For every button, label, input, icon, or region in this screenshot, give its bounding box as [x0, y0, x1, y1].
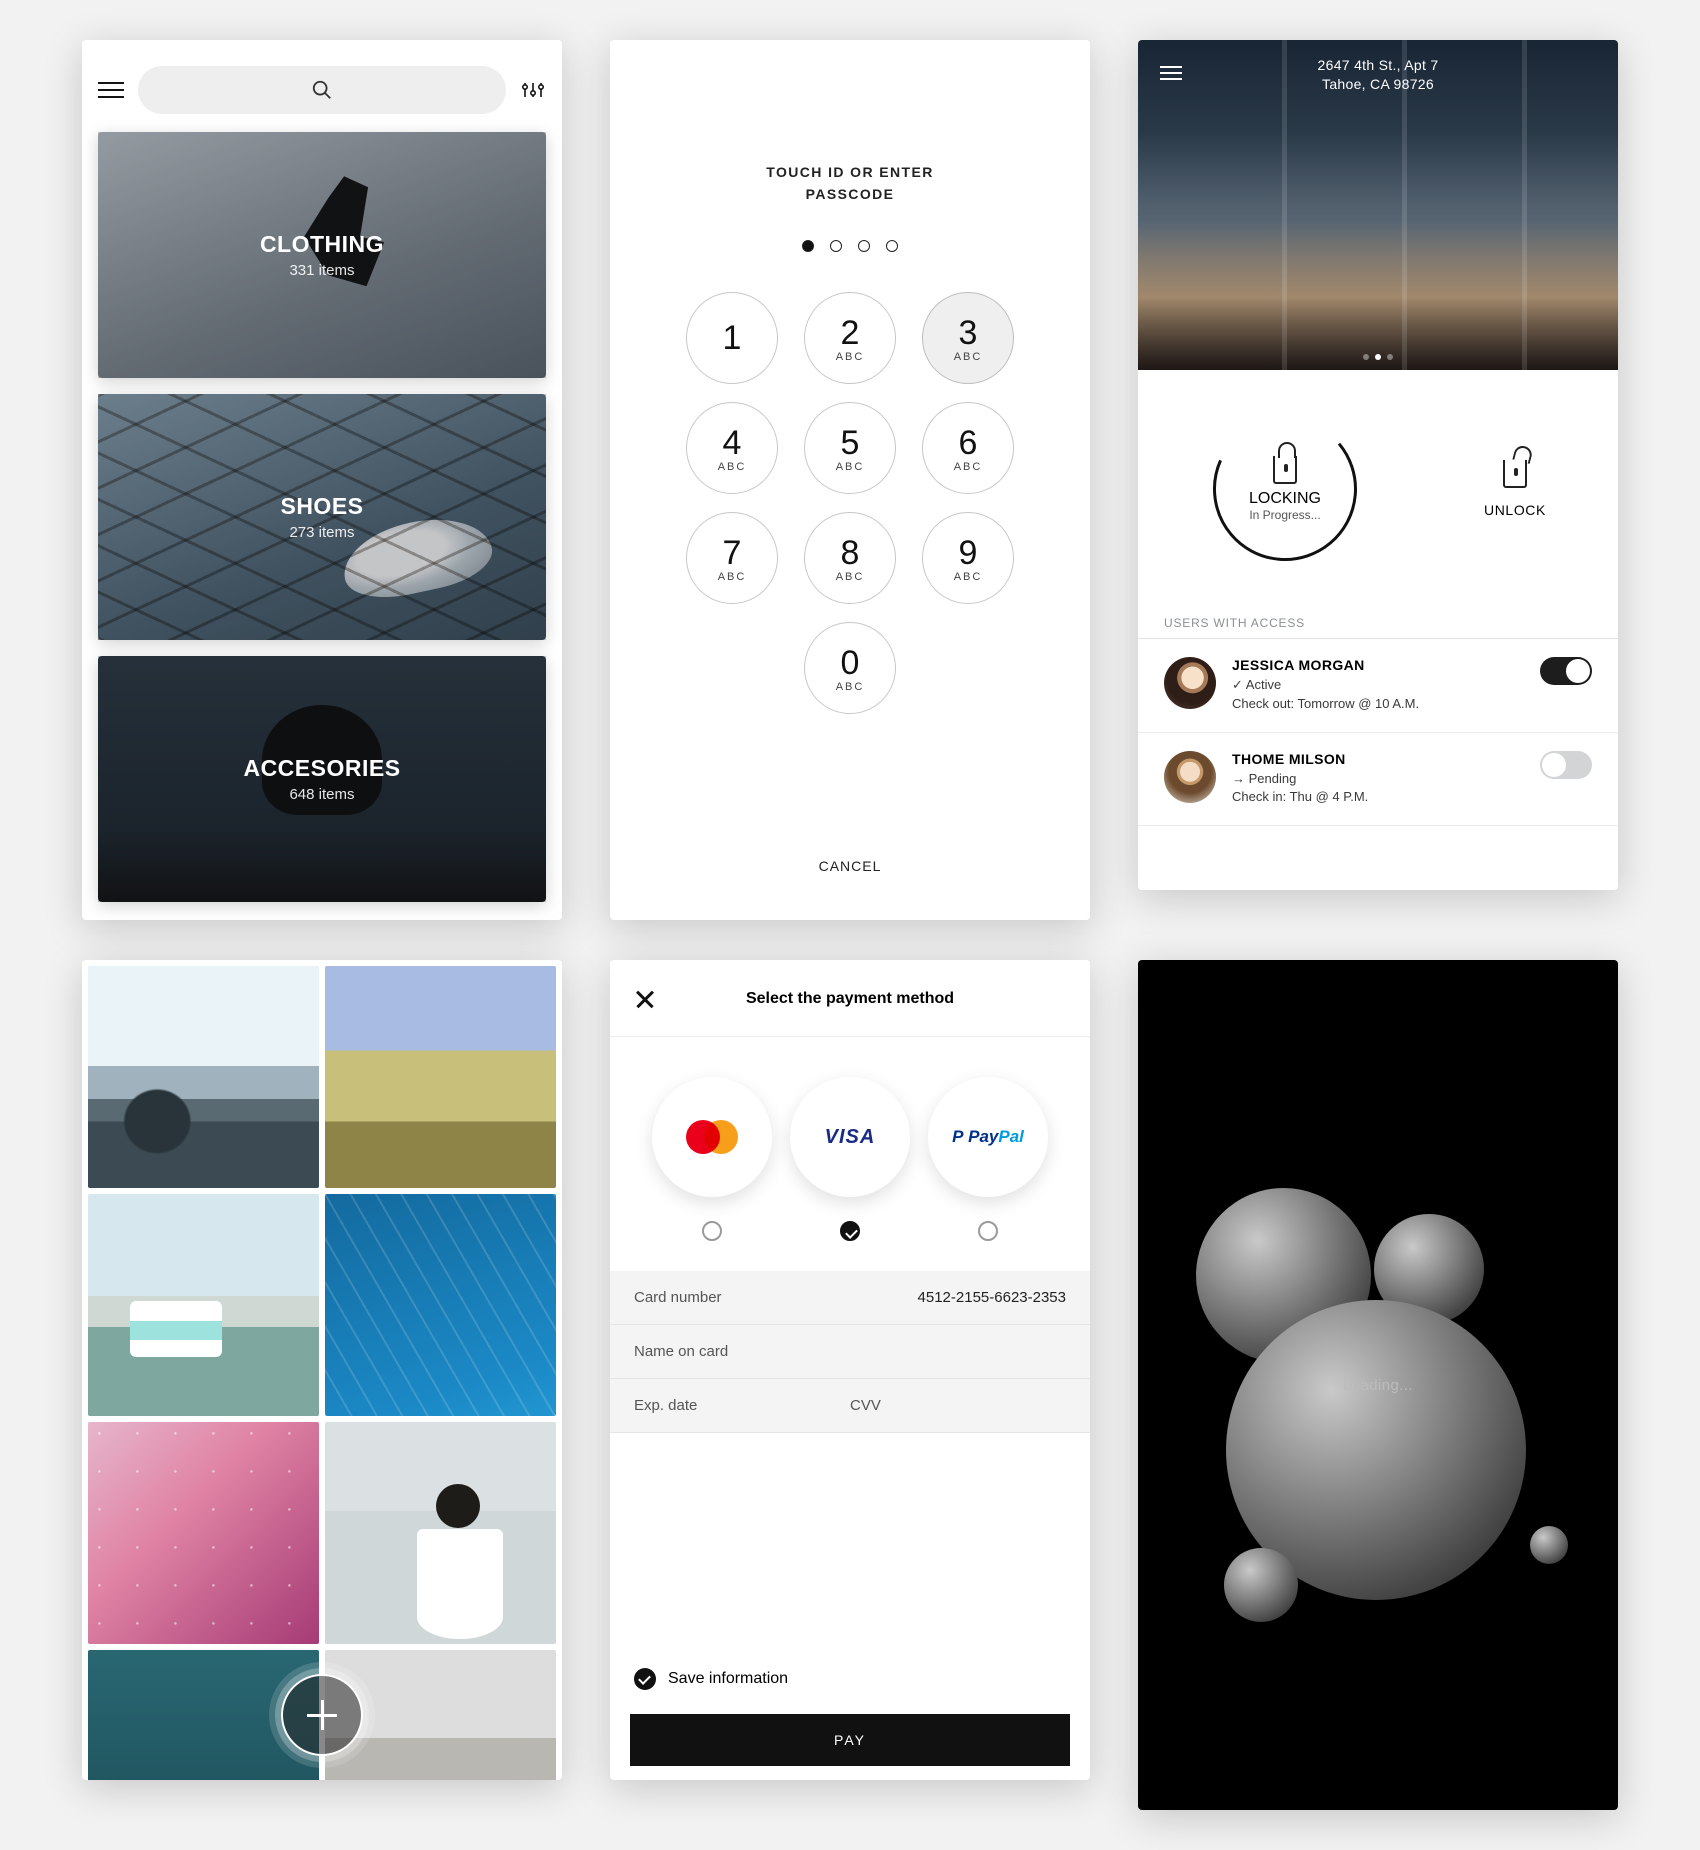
search-input[interactable] — [138, 66, 506, 114]
screen-shop-categories: CLOTHING 331 items SHOES 273 items ACCES… — [82, 40, 562, 920]
paypal-icon: P PayPal — [952, 1127, 1024, 1147]
menu-icon[interactable] — [98, 82, 124, 98]
category-clothing[interactable]: CLOTHING 331 items — [98, 132, 546, 378]
key-3[interactable]: 3ABC — [922, 292, 1014, 384]
user-row: JESSICA MORGAN ✓ Active Check out: Tomor… — [1138, 639, 1618, 733]
screen-passcode: TOUCH ID OR ENTER PASSCODE 1 2ABC 3ABC 4… — [610, 40, 1090, 920]
user-name: JESSICA MORGAN — [1232, 657, 1524, 673]
key-0[interactable]: 0ABC — [804, 622, 896, 714]
key-5[interactable]: 5ABC — [804, 402, 896, 494]
save-info-toggle[interactable]: Save information — [610, 1644, 1090, 1714]
passcode-heading: TOUCH ID OR ENTER PASSCODE — [766, 164, 933, 202]
user-row: THOME MILSON → Pending Check in: Thu @ 4… — [1138, 733, 1618, 826]
locking-control[interactable]: LOCKING In Progress... — [1210, 414, 1360, 564]
avatar[interactable] — [1164, 657, 1216, 709]
user-detail: Check in: Thu @ 4 P.M. — [1232, 789, 1524, 804]
category-title: CLOTHING — [260, 231, 384, 258]
category-shoes[interactable]: SHOES 273 items — [98, 394, 546, 640]
screen-loading: Loading... — [1138, 960, 1618, 1810]
key-8[interactable]: 8ABC — [804, 512, 896, 604]
photo-thumb[interactable] — [325, 966, 556, 1188]
key-4[interactable]: 4ABC — [686, 402, 778, 494]
key-1[interactable]: 1 — [686, 292, 778, 384]
screen-smart-lock: 2647 4th St., Apt 7 Tahoe, CA 98726 LOCK… — [1138, 40, 1618, 890]
access-toggle[interactable] — [1540, 751, 1592, 779]
carousel-dots[interactable] — [1363, 354, 1393, 360]
lock-icon — [1273, 456, 1297, 484]
category-title: ACCESORIES — [243, 755, 400, 782]
search-icon — [311, 79, 333, 101]
method-visa[interactable]: VISA — [790, 1077, 910, 1197]
category-accessories[interactable]: ACCESORIES 648 items — [98, 656, 546, 902]
name-field[interactable]: Name on card — [610, 1325, 1090, 1379]
key-2[interactable]: 2ABC — [804, 292, 896, 384]
key-9[interactable]: 9ABC — [922, 512, 1014, 604]
property-hero[interactable]: 2647 4th St., Apt 7 Tahoe, CA 98726 — [1138, 40, 1618, 370]
screen-payment: Select the payment method VISA P PayPal … — [610, 960, 1090, 1780]
property-address: 2647 4th St., Apt 7 Tahoe, CA 98726 — [1138, 40, 1618, 94]
cancel-button[interactable]: CANCEL — [819, 858, 882, 874]
visa-icon: VISA — [825, 1126, 876, 1149]
avatar[interactable] — [1164, 751, 1216, 803]
passcode-keypad: 1 2ABC 3ABC 4ABC 5ABC 6ABC 7ABC 8ABC 9AB… — [686, 292, 1014, 714]
photo-thumb[interactable] — [88, 1422, 319, 1644]
method-radio[interactable] — [978, 1221, 998, 1241]
users-section-title: USERS WITH ACCESS — [1138, 616, 1618, 639]
category-title: SHOES — [280, 493, 363, 520]
add-button[interactable] — [281, 1674, 363, 1756]
method-radio[interactable] — [702, 1221, 722, 1241]
page-title: Select the payment method — [656, 990, 1066, 1008]
mastercard-icon — [686, 1120, 738, 1154]
photo-thumb[interactable] — [325, 1194, 556, 1416]
exp-field[interactable]: Exp. date — [634, 1397, 850, 1414]
user-status: ✓ Active — [1232, 677, 1524, 693]
card-number-field[interactable]: Card number 4512-2155-6623-2353 — [610, 1271, 1090, 1325]
access-toggle[interactable] — [1540, 657, 1592, 685]
screen-gallery — [82, 960, 562, 1780]
unlock-control[interactable]: UNLOCK — [1484, 414, 1546, 564]
filters-icon[interactable] — [520, 78, 546, 102]
key-7[interactable]: 7ABC — [686, 512, 778, 604]
cvv-field[interactable]: CVV — [850, 1397, 1066, 1414]
category-count: 331 items — [260, 262, 384, 279]
key-6[interactable]: 6ABC — [922, 402, 1014, 494]
photo-thumb[interactable] — [88, 1194, 319, 1416]
photo-thumb[interactable] — [88, 966, 319, 1188]
category-count: 648 items — [243, 786, 400, 803]
method-paypal[interactable]: P PayPal — [928, 1077, 1048, 1197]
category-count: 273 items — [280, 524, 363, 541]
photo-thumb[interactable] — [325, 1422, 556, 1644]
method-mastercard[interactable] — [652, 1077, 772, 1197]
user-name: THOME MILSON — [1232, 751, 1524, 767]
method-radio[interactable] — [840, 1221, 860, 1241]
unlock-icon — [1503, 460, 1527, 488]
loading-text: Loading... — [1343, 1377, 1413, 1394]
user-status: → Pending — [1232, 771, 1524, 786]
passcode-dots — [802, 240, 898, 252]
close-icon[interactable] — [634, 988, 656, 1010]
payment-methods: VISA P PayPal — [610, 1037, 1090, 1215]
pay-button[interactable]: PAY — [630, 1714, 1070, 1766]
check-icon — [634, 1668, 656, 1690]
user-detail: Check out: Tomorrow @ 10 A.M. — [1232, 696, 1524, 711]
